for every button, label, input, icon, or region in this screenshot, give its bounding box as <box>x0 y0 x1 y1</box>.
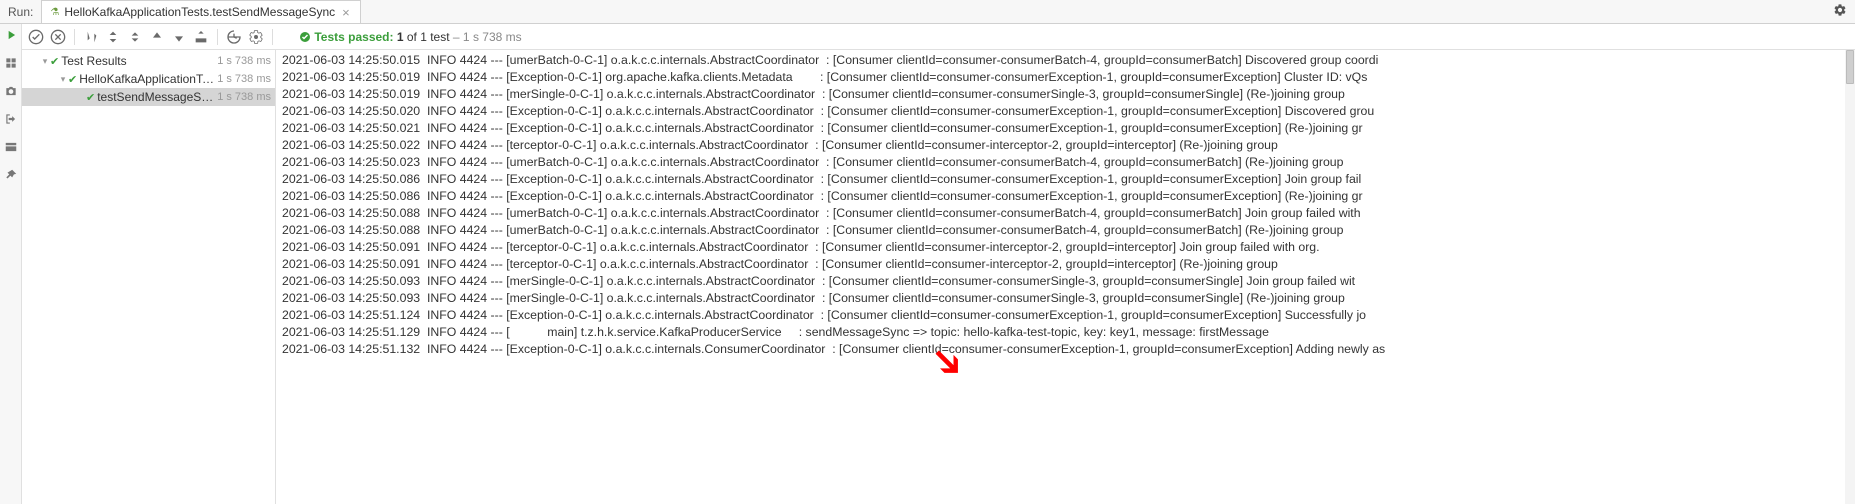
console-line: 2021-06-03 14:25:50.020 INFO 4424 --- [E… <box>282 103 1855 120</box>
pin-icon[interactable] <box>4 168 18 182</box>
console-line: 2021-06-03 14:25:51.129 INFO 4424 --- [ … <box>282 324 1855 341</box>
separator <box>272 29 273 45</box>
scrollbar[interactable] <box>1845 50 1855 504</box>
console-line: 2021-06-03 14:25:50.091 INFO 4424 --- [t… <box>282 256 1855 273</box>
down-icon[interactable] <box>171 29 187 45</box>
chevron-down-icon: ▾ <box>40 56 50 67</box>
console-line: 2021-06-03 14:25:50.091 INFO 4424 --- [t… <box>282 239 1855 256</box>
console-line: 2021-06-03 14:25:50.093 INFO 4424 --- [m… <box>282 273 1855 290</box>
tree-time: 1 s 738 ms <box>217 73 275 85</box>
history-icon[interactable] <box>226 29 242 45</box>
console-output[interactable]: 2021-06-03 14:25:50.015 INFO 4424 --- [u… <box>276 50 1855 504</box>
show-failed-icon[interactable] <box>50 29 66 45</box>
tree-label: Test Results <box>61 54 217 68</box>
test-tree: ▾ ✔ Test Results 1 s 738 ms ▾ ✔ HelloKaf… <box>22 50 276 504</box>
check-icon: ✔ <box>50 55 59 68</box>
separator <box>217 29 218 45</box>
flask-icon: ⚗ <box>50 7 59 18</box>
console-line: 2021-06-03 14:25:50.015 INFO 4424 --- [u… <box>282 52 1855 69</box>
tree-node-class[interactable]: ▾ ✔ HelloKafkaApplicationTests 1 s 738 m… <box>22 70 275 88</box>
status-pass-count: 1 <box>397 30 404 44</box>
tab-title: HelloKafkaApplicationTests.testSendMessa… <box>64 5 335 19</box>
test-status: Tests passed: 1 of 1 test – 1 s 738 ms <box>299 30 522 44</box>
tree-node-root[interactable]: ▾ ✔ Test Results 1 s 738 ms <box>22 52 275 70</box>
exit-icon[interactable] <box>4 112 18 126</box>
check-icon: ✔ <box>68 73 77 86</box>
layout-icon[interactable] <box>4 140 18 154</box>
settings-icon[interactable] <box>248 29 264 45</box>
export-icon[interactable] <box>193 29 209 45</box>
console-line: 2021-06-03 14:25:50.086 INFO 4424 --- [E… <box>282 171 1855 188</box>
test-toolbar: Tests passed: 1 of 1 test – 1 s 738 ms <box>22 24 1855 50</box>
status-total: of 1 test <box>407 30 450 44</box>
console-line: 2021-06-03 14:25:50.093 INFO 4424 --- [m… <box>282 290 1855 307</box>
tree-node-method[interactable]: ✔ testSendMessageSync() 1 s 738 ms <box>22 88 275 106</box>
run-label: Run: <box>0 5 41 19</box>
gutter-toolbar <box>0 24 22 504</box>
up-icon[interactable] <box>149 29 165 45</box>
structure-icon[interactable] <box>4 56 18 70</box>
console-line: 2021-06-03 14:25:51.132 INFO 4424 --- [E… <box>282 341 1855 358</box>
show-passed-icon[interactable] <box>28 29 44 45</box>
tree-label: testSendMessageSync() <box>97 90 217 104</box>
tree-time: 1 s 738 ms <box>217 91 275 103</box>
chevron-down-icon: ▾ <box>58 74 68 85</box>
tree-time: 1 s 738 ms <box>217 55 275 67</box>
sort-icon[interactable] <box>83 29 99 45</box>
run-tab[interactable]: ⚗ HelloKafkaApplicationTests.testSendMes… <box>41 0 360 23</box>
console-line: 2021-06-03 14:25:50.021 INFO 4424 --- [E… <box>282 120 1855 137</box>
expand-all-icon[interactable] <box>105 29 121 45</box>
separator <box>74 29 75 45</box>
status-time: – 1 s 738 ms <box>453 30 522 44</box>
console-line: 2021-06-03 14:25:51.124 INFO 4424 --- [E… <box>282 307 1855 324</box>
console-line: 2021-06-03 14:25:50.023 INFO 4424 --- [u… <box>282 154 1855 171</box>
check-icon: ✔ <box>86 91 95 104</box>
close-icon[interactable]: × <box>340 5 352 20</box>
collapse-all-icon[interactable] <box>127 29 143 45</box>
console-line: 2021-06-03 14:25:50.022 INFO 4424 --- [t… <box>282 137 1855 154</box>
console-line: 2021-06-03 14:25:50.086 INFO 4424 --- [E… <box>282 188 1855 205</box>
rerun-icon[interactable] <box>4 28 18 42</box>
console-line: 2021-06-03 14:25:50.019 INFO 4424 --- [m… <box>282 86 1855 103</box>
console-line: 2021-06-03 14:25:50.088 INFO 4424 --- [u… <box>282 222 1855 239</box>
camera-icon[interactable] <box>4 84 18 98</box>
console-line: 2021-06-03 14:25:50.019 INFO 4424 --- [E… <box>282 69 1855 86</box>
tab-bar: Run: ⚗ HelloKafkaApplicationTests.testSe… <box>0 0 1855 24</box>
gear-icon[interactable] <box>1833 3 1847 17</box>
scroll-thumb[interactable] <box>1846 50 1854 84</box>
tree-label: HelloKafkaApplicationTests <box>79 72 217 86</box>
status-pass-label: Tests passed: <box>314 30 393 44</box>
console-line: 2021-06-03 14:25:50.088 INFO 4424 --- [u… <box>282 205 1855 222</box>
